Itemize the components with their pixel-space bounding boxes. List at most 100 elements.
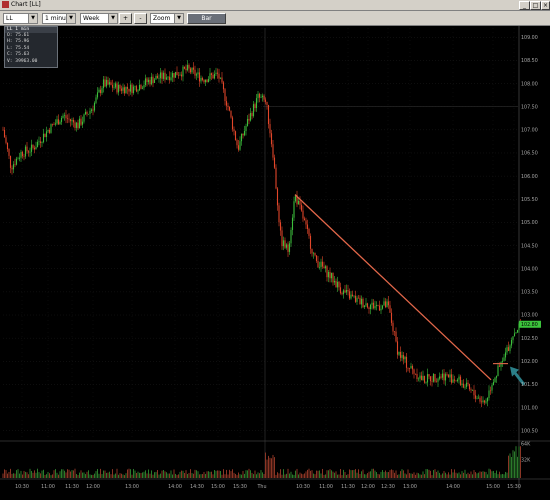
volume-bar bbox=[19, 473, 20, 478]
candle-body bbox=[66, 118, 69, 119]
candle-body bbox=[290, 229, 292, 244]
candle-body bbox=[68, 118, 70, 120]
candle-body bbox=[108, 82, 111, 85]
volume-bar bbox=[200, 474, 202, 478]
candle-body bbox=[110, 82, 112, 85]
x-tick-label: Thu bbox=[256, 484, 266, 490]
candle-body bbox=[414, 373, 417, 375]
volume-bar bbox=[128, 468, 130, 478]
candle-body bbox=[393, 331, 396, 333]
candle-body bbox=[512, 336, 514, 340]
y-tick-label: 102.00 bbox=[521, 359, 538, 365]
volume-bar bbox=[445, 472, 446, 478]
candle-body bbox=[149, 79, 151, 85]
candle-body bbox=[71, 119, 73, 122]
candle-body bbox=[152, 76, 154, 83]
volume-bar bbox=[32, 472, 34, 478]
volume-bar bbox=[221, 474, 223, 478]
volume-bar bbox=[235, 473, 236, 478]
volume-bar bbox=[320, 473, 322, 478]
volume-bar bbox=[427, 469, 428, 478]
volume-bar bbox=[146, 473, 148, 478]
volume-bar bbox=[340, 469, 341, 478]
volume-bar bbox=[506, 472, 508, 478]
candle-body bbox=[237, 145, 240, 150]
candle-body bbox=[303, 218, 306, 221]
candle-body bbox=[275, 167, 277, 189]
volume-bar bbox=[344, 471, 346, 478]
volume-bar bbox=[256, 474, 257, 478]
candle-body bbox=[159, 72, 162, 79]
volume-bar bbox=[110, 474, 112, 478]
volume-bar bbox=[164, 471, 166, 478]
volume-bar bbox=[367, 473, 368, 478]
candle-body bbox=[276, 188, 279, 206]
volume-bar bbox=[337, 474, 338, 478]
candle-body bbox=[441, 373, 444, 378]
volume-bar bbox=[82, 472, 83, 478]
volume-bar bbox=[22, 474, 23, 478]
volume-bar bbox=[472, 474, 473, 478]
y-tick-label: 104.00 bbox=[521, 266, 538, 272]
candle-body bbox=[44, 133, 46, 137]
candle-body bbox=[495, 376, 498, 378]
candle-body bbox=[252, 104, 255, 117]
candle-body bbox=[258, 93, 261, 98]
y-tick-label: 107.00 bbox=[521, 128, 538, 134]
candle-body bbox=[251, 112, 253, 117]
volume-bar bbox=[131, 474, 133, 478]
candle-body bbox=[404, 356, 406, 360]
y-tick-label: 108.00 bbox=[521, 81, 538, 87]
candle-body bbox=[353, 295, 355, 297]
candle-body bbox=[507, 347, 510, 351]
volume-bar bbox=[163, 469, 164, 478]
candle-body bbox=[288, 243, 291, 252]
candle-body bbox=[132, 86, 135, 94]
volume-bar bbox=[194, 469, 196, 478]
candle-body bbox=[204, 79, 207, 83]
volume-bar bbox=[469, 474, 470, 478]
volume-bar bbox=[25, 471, 26, 478]
candle-body bbox=[54, 123, 57, 125]
candle-body bbox=[435, 381, 438, 383]
volume-bar bbox=[488, 468, 490, 478]
volume-bar bbox=[121, 473, 122, 478]
volume-bar bbox=[104, 470, 106, 478]
volume-bar bbox=[271, 458, 272, 478]
volume-bar bbox=[101, 474, 103, 478]
candle-body bbox=[317, 260, 319, 268]
volume-bar bbox=[310, 470, 311, 478]
candle-body bbox=[410, 365, 412, 369]
volume-bar bbox=[499, 471, 500, 478]
volume-bar bbox=[274, 457, 275, 478]
volume-bar bbox=[260, 470, 262, 478]
volume-bar bbox=[268, 455, 269, 478]
volume-bar bbox=[2, 473, 4, 478]
candle-body bbox=[141, 87, 144, 89]
candle-body bbox=[9, 155, 12, 168]
volume-bar bbox=[449, 474, 451, 478]
volume-bar bbox=[403, 470, 404, 478]
candle-body bbox=[440, 376, 442, 378]
volume-bar bbox=[275, 474, 277, 478]
volume-bar bbox=[34, 470, 35, 478]
candle-body bbox=[218, 73, 220, 79]
volume-bar bbox=[352, 470, 353, 478]
candle-body bbox=[315, 255, 318, 261]
volume-bar bbox=[322, 468, 323, 478]
candle-body bbox=[57, 119, 60, 125]
candle-body bbox=[456, 379, 459, 382]
candle-body bbox=[249, 112, 252, 121]
candle-body bbox=[48, 129, 51, 133]
y-tick-label: 105.50 bbox=[521, 197, 538, 203]
volume-bar bbox=[491, 471, 493, 478]
candle-body bbox=[395, 331, 397, 342]
candle-body bbox=[74, 122, 76, 128]
y-tick-label: 107.50 bbox=[521, 104, 538, 110]
volume-bar bbox=[137, 471, 139, 478]
volume-bar bbox=[329, 469, 331, 478]
volume-bar bbox=[508, 455, 509, 478]
candle-body bbox=[465, 382, 468, 387]
volume-bar bbox=[286, 473, 287, 478]
candle-body bbox=[348, 291, 351, 299]
